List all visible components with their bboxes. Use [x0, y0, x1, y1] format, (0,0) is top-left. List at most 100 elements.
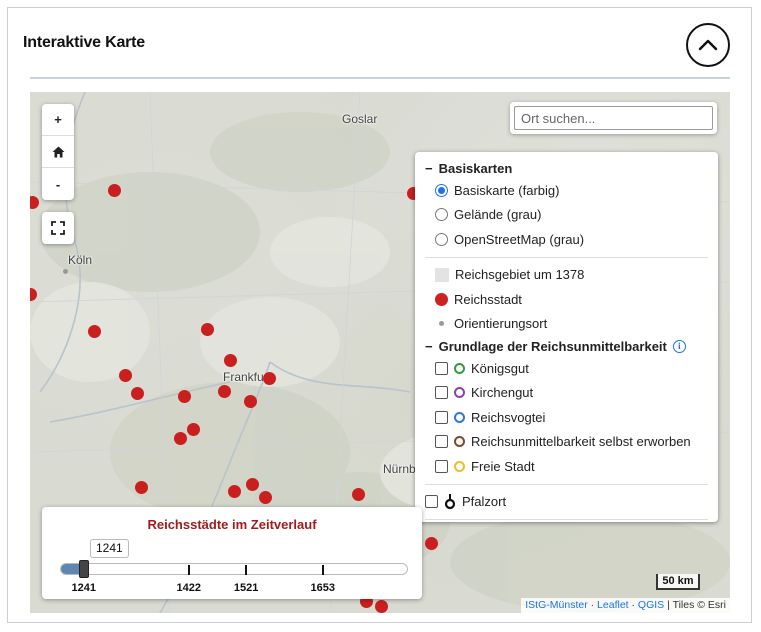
- city-marker[interactable]: [135, 481, 148, 494]
- city-marker[interactable]: [201, 323, 214, 336]
- basemap-label: Gelände (grau): [454, 207, 542, 223]
- city-marker[interactable]: [263, 372, 276, 385]
- city-marker[interactable]: [178, 390, 191, 403]
- legend-item: Orientierungsort: [425, 312, 708, 337]
- map-viewport[interactable]: Goslar Köln Frankfurt Nürnb + - −: [30, 92, 730, 613]
- imperial-city-swatch: [435, 292, 448, 306]
- city-marker[interactable]: [174, 432, 187, 445]
- basis-checkbox[interactable]: [435, 435, 448, 449]
- pfalz-icon: [444, 493, 456, 509]
- zoom-control: + -: [42, 104, 74, 200]
- city-marker[interactable]: [119, 369, 132, 382]
- basemaps-title: Basiskarten: [438, 160, 513, 176]
- city-marker[interactable]: [425, 537, 438, 550]
- zoom-out-button[interactable]: -: [42, 168, 74, 200]
- basis-label: Reichsunmittelbarkeit selbst erworben: [471, 434, 691, 450]
- basis-label: Reichsvogtei: [471, 409, 546, 425]
- collapse-button[interactable]: [686, 23, 730, 67]
- place-label-nuernberg: Nürnb: [383, 462, 416, 476]
- city-marker[interactable]: [259, 491, 272, 504]
- collapse-marker: −: [425, 160, 433, 176]
- city-marker[interactable]: [218, 385, 231, 398]
- basis-label: Freie Stadt: [471, 458, 535, 474]
- legend-label: Orientierungsort: [454, 316, 548, 332]
- home-button[interactable]: [42, 136, 74, 168]
- zoom-in-button[interactable]: +: [42, 104, 74, 136]
- basemap-radio[interactable]: [435, 232, 448, 246]
- legend-item: Reichsgebiet um 1378: [425, 263, 708, 288]
- basis-ring-icon: [454, 411, 465, 423]
- basemap-option[interactable]: OpenStreetMap (grau): [425, 227, 708, 252]
- attribution-link[interactable]: Leaflet: [597, 599, 629, 611]
- basis-label: Königsgut: [471, 360, 529, 376]
- timeline-tick: [187, 565, 190, 575]
- basis-filter[interactable]: Reichsunmittelbarkeit selbst erworben: [425, 430, 708, 455]
- city-marker[interactable]: [187, 423, 200, 436]
- basis-filter[interactable]: Königsgut: [425, 356, 708, 381]
- timeline-tick-label: 1653: [310, 582, 335, 594]
- pfalz-checkbox[interactable]: [425, 495, 438, 509]
- city-marker[interactable]: [228, 485, 241, 498]
- timeline-track[interactable]: [60, 563, 408, 575]
- header-divider: [30, 77, 730, 79]
- place-search-input[interactable]: [514, 106, 713, 130]
- basemaps-section-header[interactable]: − Basiskarten: [425, 158, 708, 178]
- timeline-tick-label: 1521: [233, 582, 259, 594]
- layer-divider: [425, 256, 708, 258]
- place-label-goslar: Goslar: [342, 112, 378, 126]
- timeline-title: Reichsstädte im Zeitverlauf: [147, 517, 317, 532]
- basemap-option[interactable]: Gelände (grau): [425, 203, 708, 228]
- attribution-link[interactable]: IStG-Münster: [525, 599, 587, 611]
- city-marker[interactable]: [375, 600, 388, 613]
- timeline-value-badge: 1241: [90, 539, 129, 558]
- basis-ring-icon: [454, 436, 465, 448]
- city-marker[interactable]: [244, 395, 257, 408]
- city-marker[interactable]: [88, 325, 101, 338]
- basis-title: Grundlage der Reichsunmittelbarkeit: [438, 338, 667, 354]
- city-marker[interactable]: [224, 354, 237, 367]
- city-marker[interactable]: [352, 488, 365, 501]
- basis-checkbox[interactable]: [435, 459, 448, 473]
- pfalz-filter[interactable]: Pfalzort: [425, 490, 708, 515]
- layer-divider: [425, 483, 708, 485]
- attribution-link[interactable]: QGIS: [638, 599, 664, 611]
- city-marker[interactable]: [108, 184, 121, 197]
- map-attribution: IStG-Münster · Leaflet · QGIS | Tiles © …: [521, 598, 730, 613]
- fullscreen-icon: [51, 221, 65, 235]
- basis-section-header[interactable]: − Grundlage der Reichsunmittelbarkeit i: [425, 336, 708, 356]
- legend-item: Reichsstadt: [425, 287, 708, 312]
- orientation-dot: [63, 269, 68, 274]
- basis-checkbox[interactable]: [435, 386, 448, 400]
- basis-filter[interactable]: Kirchengut: [425, 381, 708, 406]
- info-icon[interactable]: i: [672, 339, 686, 353]
- layer-divider: [425, 519, 708, 520]
- timeline-tick-label: 1241: [71, 582, 97, 594]
- legend-label: Reichsstadt: [454, 291, 522, 307]
- basemap-option[interactable]: Basiskarte (farbig): [425, 178, 708, 203]
- basis-filter[interactable]: Freie Stadt: [425, 454, 708, 479]
- collapse-marker: −: [425, 338, 433, 354]
- section-title: Interaktive Karte: [23, 34, 145, 51]
- timeline-panel: Reichsstädte im Zeitverlauf 1241 1241 142…: [42, 507, 422, 599]
- attribution-separator: ·: [631, 599, 636, 611]
- chevron-up-icon: [698, 39, 718, 51]
- timeline-tick: [245, 565, 248, 575]
- city-marker[interactable]: [246, 478, 259, 491]
- basis-label: Kirchengut: [471, 385, 534, 401]
- basis-checkbox[interactable]: [435, 410, 448, 424]
- basis-filter[interactable]: Reichsvogtei: [425, 405, 708, 430]
- attribution-suffix: | Tiles © Esri: [667, 599, 726, 611]
- scale-bar: 50 km: [656, 574, 700, 590]
- timeline-slider-handle[interactable]: [78, 560, 89, 578]
- basis-ring-icon: [454, 362, 465, 374]
- pfalz-label: Pfalzort: [462, 494, 507, 510]
- basemap-radio[interactable]: [435, 208, 448, 222]
- basis-ring-icon: [454, 460, 465, 472]
- fullscreen-button[interactable]: [42, 212, 74, 244]
- basis-checkbox[interactable]: [435, 361, 448, 375]
- basemap-radio[interactable]: [435, 183, 448, 197]
- city-marker[interactable]: [131, 387, 144, 400]
- orientation-swatch: [439, 321, 444, 327]
- attribution-separator: ·: [590, 599, 595, 611]
- timeline-tick-label: 1422: [176, 582, 201, 594]
